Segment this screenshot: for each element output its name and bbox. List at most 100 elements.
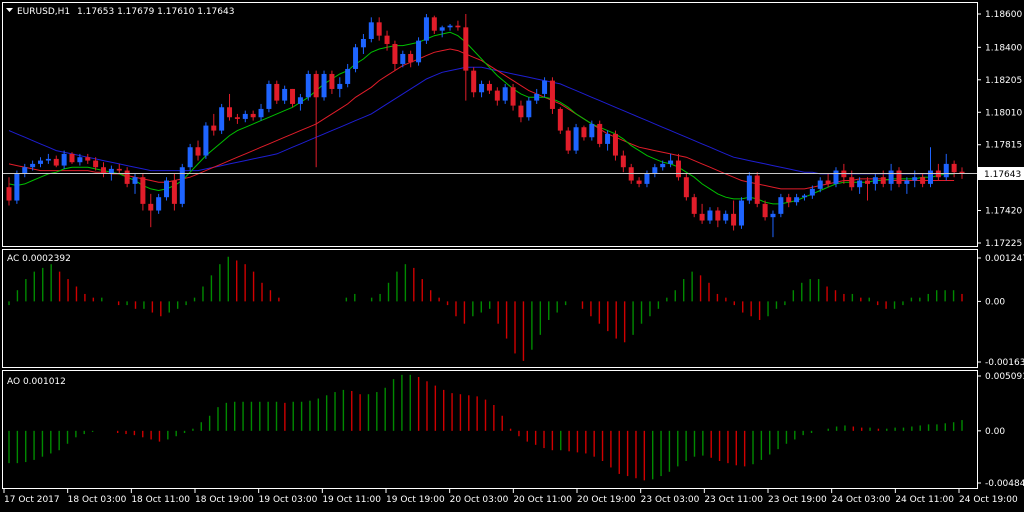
candle-body xyxy=(195,147,201,156)
candle-body xyxy=(305,73,311,98)
candle-body xyxy=(597,123,603,144)
time-tick-label: 18 Oct 03:00 xyxy=(68,495,127,505)
candle-body xyxy=(927,170,933,184)
candle-body xyxy=(22,167,28,174)
candle-body xyxy=(400,53,406,64)
time-tick-label: 24 Oct 11:00 xyxy=(895,495,954,505)
time-tick-label: 23 Oct 03:00 xyxy=(641,495,700,505)
candle-body xyxy=(857,180,863,188)
candle-body xyxy=(479,83,485,93)
candle-body xyxy=(738,200,744,226)
candle-body xyxy=(416,40,422,63)
candle-body xyxy=(353,47,359,69)
candle-body xyxy=(423,17,429,41)
candle-body xyxy=(518,105,524,118)
candle-body xyxy=(274,83,280,101)
candle-body xyxy=(494,90,500,101)
candle-body xyxy=(660,163,666,168)
ohlc-values: 1.17653 1.17679 1.17610 1.17643 xyxy=(77,7,234,17)
price-tick-label: 1.18205 xyxy=(985,76,1022,86)
candle-body xyxy=(801,195,807,198)
candle-body xyxy=(526,100,532,118)
candle-body xyxy=(463,27,469,71)
candle-body xyxy=(384,35,390,44)
candle-body xyxy=(376,22,382,36)
candle-body xyxy=(864,180,870,184)
candle-body xyxy=(290,88,296,104)
candle-body xyxy=(809,188,815,196)
candle-body xyxy=(534,93,540,101)
candle-body xyxy=(392,43,398,64)
ao-tick-label: 0.005091 xyxy=(985,372,1024,382)
candle-body xyxy=(156,197,162,211)
candle-body xyxy=(282,88,288,101)
candle-body xyxy=(45,158,51,161)
candle-body xyxy=(101,167,107,174)
candle-body xyxy=(447,25,453,28)
candle-body xyxy=(250,113,256,118)
candle-body xyxy=(691,197,697,214)
candle-body xyxy=(589,123,595,138)
ac-tick-label: 0.001247 xyxy=(985,254,1024,264)
chart-area[interactable]: 1.18600 1.18400 1.18205 1.18010 1.17815 1.176… xyxy=(0,0,1024,512)
price-tick-label: 1.17815 xyxy=(985,141,1022,151)
candle-body xyxy=(746,175,752,201)
candle-body xyxy=(77,157,83,163)
candle-body xyxy=(486,83,492,91)
candle-body xyxy=(699,213,705,221)
candle-body xyxy=(297,97,303,104)
candle-body xyxy=(30,163,36,168)
candle-body xyxy=(652,167,658,174)
candle-body xyxy=(431,17,437,31)
ao-tick-label: -0.004843 xyxy=(985,479,1024,489)
candle-body xyxy=(912,177,918,181)
time-tick-label: 24 Oct 03:00 xyxy=(832,495,891,505)
price-tick-label: 1.17420 xyxy=(985,207,1022,217)
candle-body xyxy=(187,147,193,168)
candle-body xyxy=(439,27,445,31)
candle-body xyxy=(321,73,327,98)
ac-title: AC 0.0002392 xyxy=(7,254,71,264)
ac-tick-label: 0.00 xyxy=(985,297,1005,307)
candle-body xyxy=(675,160,681,178)
time-tick-label: 24 Oct 19:00 xyxy=(959,495,1018,505)
candle-body xyxy=(636,180,642,184)
candle-body xyxy=(258,108,264,118)
candle-body xyxy=(644,173,650,184)
candle-body xyxy=(715,210,721,221)
candle-body xyxy=(148,203,154,211)
candle-body xyxy=(266,83,272,109)
candle-body xyxy=(794,197,800,203)
ao-tick-label: 0.00 xyxy=(985,427,1005,437)
candle-body xyxy=(234,117,240,119)
time-tick-label: 18 Oct 19:00 xyxy=(195,495,254,505)
candle-body xyxy=(408,53,414,63)
candle-body xyxy=(620,155,626,168)
candle-body xyxy=(53,158,59,166)
candle-body xyxy=(872,177,878,184)
candle-body xyxy=(116,168,122,171)
candle-body xyxy=(565,130,571,151)
candle-body xyxy=(581,127,587,138)
candle-body xyxy=(502,87,508,101)
candle-body xyxy=(471,70,477,93)
candle-body xyxy=(6,187,12,201)
candle-body xyxy=(825,180,831,184)
candle-body xyxy=(833,170,839,184)
time-tick-label: 23 Oct 11:00 xyxy=(704,495,763,505)
candle-body xyxy=(549,80,555,109)
candle-body xyxy=(605,133,611,144)
candle-body xyxy=(707,210,713,221)
candle-body xyxy=(762,203,768,218)
candle-body xyxy=(754,175,760,204)
candle-body xyxy=(542,80,548,94)
candle-body xyxy=(668,160,674,164)
candle-body xyxy=(557,108,563,131)
candle-body xyxy=(242,113,248,119)
ao-title: AO 0.001012 xyxy=(7,377,66,387)
symbol-title: EURUSD,H1 xyxy=(17,7,70,17)
candle-body xyxy=(770,213,776,218)
candle-body xyxy=(888,170,894,184)
candle-body xyxy=(360,38,366,48)
candle-body xyxy=(124,170,130,184)
